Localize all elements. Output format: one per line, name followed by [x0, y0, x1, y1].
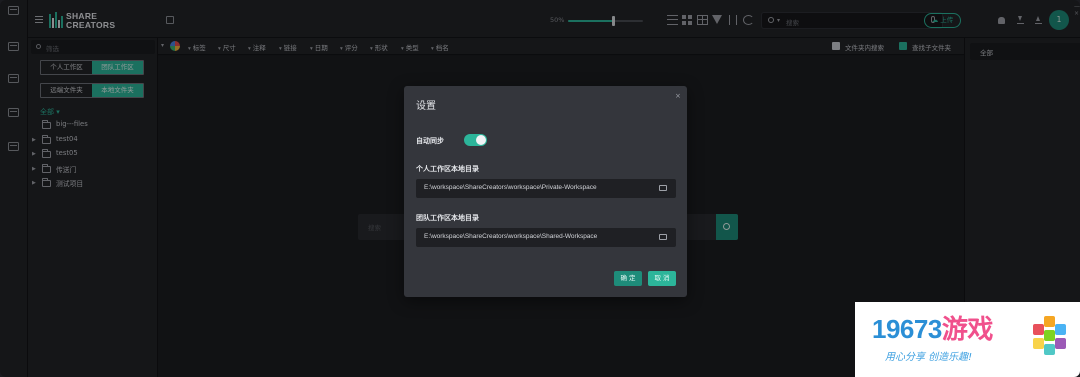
personal-dir-field[interactable]: E:\workspace\ShareCreators\workspace\Pri… [416, 179, 676, 198]
watermark-slogan: 用心分享 创造乐趣! [885, 352, 973, 363]
watermark-number: 19673 [872, 314, 942, 344]
team-dir-value: E:\workspace\ShareCreators\workspace\Sha… [424, 233, 598, 240]
confirm-button[interactable]: 确 定 [614, 271, 642, 286]
cube-logo-icon [1031, 316, 1069, 356]
settings-dialog: 设置 × 自动同步 个人工作区本地目录 E:\workspace\ShareCr… [404, 86, 687, 297]
personal-dir-value: E:\workspace\ShareCreators\workspace\Pri… [424, 184, 597, 191]
team-dir-label: 团队工作区本地目录 [416, 214, 479, 222]
team-dir-field[interactable]: E:\workspace\ShareCreators\workspace\Sha… [416, 228, 676, 247]
folder-icon[interactable] [659, 234, 667, 240]
watermark-title: 19673游戏 [872, 316, 993, 342]
app-window: SHARE CREATORS 50% ▾ 搜索 ☁ 上传 1 — □ × [0, 0, 1080, 377]
site-watermark: 19673游戏 用心分享 创造乐趣! [855, 302, 1080, 377]
dialog-title: 设置 [416, 101, 436, 112]
auto-sync-label: 自动同步 [416, 137, 444, 145]
close-icon[interactable]: × [675, 92, 681, 100]
auto-sync-toggle[interactable] [464, 134, 487, 146]
personal-dir-label: 个人工作区本地目录 [416, 165, 479, 173]
cancel-button[interactable]: 取 消 [648, 271, 676, 286]
watermark-brand: 游戏 [941, 314, 994, 344]
folder-icon[interactable] [659, 185, 667, 191]
